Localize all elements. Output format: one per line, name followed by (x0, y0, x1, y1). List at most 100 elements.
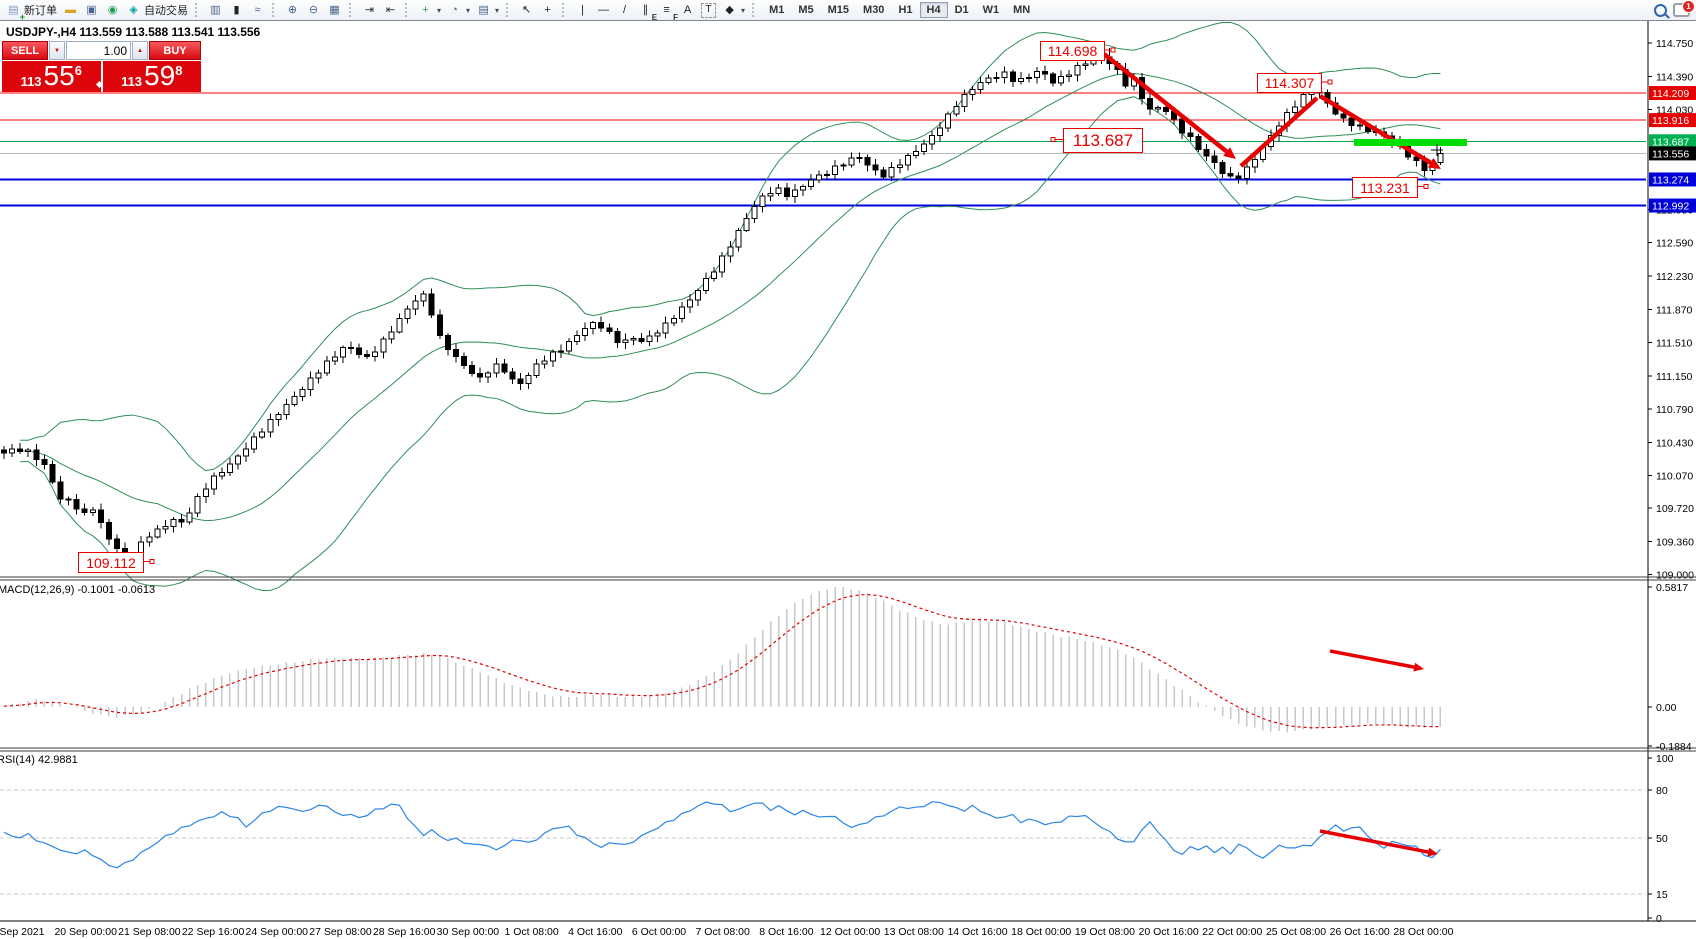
shapes-tool[interactable]: ◆▾ (719, 2, 748, 19)
equidistant-channel-tool[interactable]: ∥E (635, 2, 656, 19)
timeframe-m15[interactable]: M15 (821, 2, 856, 18)
volume-input[interactable] (66, 41, 131, 60)
price-annotation[interactable]: 114.307 (1257, 73, 1322, 93)
time-axis-label: 8 Oct 16:00 (759, 926, 813, 938)
timeframe-h4[interactable]: H4 (920, 2, 948, 18)
templates-button[interactable]: ▤▾ (473, 2, 502, 19)
signals-icon[interactable]: ◉ (102, 2, 123, 19)
time-axis-label: Sep 2021 (0, 926, 45, 938)
templates-icon: ▤ (476, 3, 491, 18)
add-indicator-button[interactable]: +▾ (415, 2, 444, 19)
timeframe-d1[interactable]: D1 (948, 2, 976, 18)
time-axis-label: 12 Oct 00:00 (820, 926, 880, 938)
sell-button[interactable]: SELL (2, 41, 48, 60)
timeframe-m5[interactable]: M5 (791, 2, 820, 18)
new-order-icon: ▤+ (6, 3, 21, 18)
price-annotation[interactable]: 109.112 (78, 552, 144, 573)
shapes-icon: ◆ (722, 3, 737, 18)
chat-icon: 1 (1673, 3, 1690, 17)
svg-text:0: 0 (1656, 913, 1662, 925)
price-annotation[interactable]: 113.687 (1063, 128, 1143, 153)
cursor-tool[interactable]: ↖ (516, 2, 537, 19)
search-button[interactable] (1651, 3, 1670, 18)
candlestick-chart-icon-icon: ▮ (229, 3, 244, 18)
chart-ohlc-header: USDJPY-,H4 113.559 113.588 113.541 113.5… (6, 25, 260, 39)
autotrading-button[interactable]: ◈自动交易 (123, 1, 191, 19)
terminal-icon-icon: ▣ (84, 3, 99, 18)
volume-increase-button[interactable]: ▲ (132, 41, 148, 60)
time-axis-label: 28 Oct 00:00 (1393, 926, 1453, 938)
fibonacci-icon: ≡F (659, 3, 674, 18)
line-chart-icon[interactable]: ≈ (247, 2, 268, 19)
vertical-line-tool[interactable]: | (572, 2, 593, 19)
zoom-in-icon-icon: ⊕ (285, 3, 300, 18)
horizontal-line-tool[interactable]: — (593, 2, 614, 19)
trendline-icon: / (617, 3, 632, 18)
down-triangle-icon: ▼ (54, 48, 60, 54)
crosshair-tool[interactable]: + (537, 2, 558, 19)
trendline-tool[interactable]: / (614, 2, 635, 19)
autotrading-icon: ◈ (126, 3, 141, 18)
svg-text:110.790: 110.790 (1656, 404, 1693, 416)
dropdown-caret-icon: ▾ (466, 6, 470, 15)
label-tool[interactable]: T (698, 2, 719, 19)
mt4-trading-platform: 114.750114.390114.030112.950112.590112.2… (0, 0, 1696, 939)
fibonacci-tool[interactable]: ≡F (656, 2, 677, 19)
toolbar: ▤+新订单▬▣◉◈自动交易▥▮≈⊕⊖▦⇥⇤+▾◔▾▤▾↖+|—/∥E≡FAT◆▾… (0, 0, 1696, 21)
time-axis-label: 14 Oct 16:00 (947, 926, 1007, 938)
gold-bars-icon-icon: ▬ (63, 3, 78, 18)
timeframe-w1[interactable]: W1 (976, 2, 1007, 18)
up-triangle-icon: ▲ (137, 48, 143, 54)
time-axis-label: 22 Oct 00:00 (1202, 926, 1262, 938)
auto-scroll-icon-icon: ⇥ (362, 3, 377, 18)
zoom-in-icon[interactable]: ⊕ (282, 2, 303, 19)
chart-shift-icon[interactable]: ⇤ (380, 2, 401, 19)
buy-price-box[interactable]: 113 59 8 (103, 61, 202, 92)
time-axis-label: 1 Oct 08:00 (504, 926, 558, 938)
svg-text:111.150: 111.150 (1656, 371, 1693, 383)
svg-text:112.590: 112.590 (1656, 238, 1693, 250)
bar-chart-icon[interactable]: ▥ (205, 2, 226, 19)
time-axis-label: 28 Sep 16:00 (373, 926, 436, 938)
volume-decrease-button[interactable]: ▼ (49, 41, 65, 60)
new-order-button[interactable]: ▤+新订单 (3, 1, 60, 19)
svg-text:80: 80 (1656, 785, 1668, 797)
sell-price-big: 55 (44, 61, 75, 91)
sell-price-box[interactable]: 113 55 6 (2, 61, 101, 92)
equidistant-channel-icon: ∥E (638, 3, 653, 18)
chart-surface[interactable]: 114.750114.390114.030112.950112.590112.2… (0, 0, 1696, 939)
zoom-out-icon[interactable]: ⊖ (303, 2, 324, 19)
dropdown-caret-icon: ▾ (741, 6, 745, 15)
auto-scroll-icon[interactable]: ⇥ (359, 2, 380, 19)
time-axis-label: 26 Oct 16:00 (1330, 926, 1390, 938)
timeframe-mn[interactable]: MN (1006, 2, 1037, 18)
terminal-icon[interactable]: ▣ (81, 2, 102, 19)
time-axis-label: 24 Sep 00:00 (246, 926, 309, 938)
sell-price-sup: 6 (75, 63, 82, 78)
svg-text:110.070: 110.070 (1656, 471, 1693, 483)
tile-windows-icon-icon: ▦ (327, 3, 342, 18)
svg-text:-0.1884: -0.1884 (1656, 741, 1692, 753)
svg-text:109.720: 109.720 (1656, 503, 1694, 515)
buy-button[interactable]: BUY (149, 41, 201, 60)
time-axis-label: 30 Sep 00:00 (437, 926, 500, 938)
price-annotation[interactable]: 113.231 (1352, 177, 1418, 198)
periods-button[interactable]: ◔▾ (444, 2, 473, 19)
notifications-button[interactable]: 1 (1670, 2, 1693, 18)
timeframe-h1[interactable]: H1 (891, 2, 919, 18)
timeframe-m1[interactable]: M1 (762, 2, 791, 18)
price-annotation[interactable]: 114.698 (1040, 41, 1105, 61)
rsi-label: RSI(14) 42.9881 (0, 754, 78, 766)
svg-text:114.390: 114.390 (1656, 71, 1693, 83)
svg-text:113.274: 113.274 (1652, 174, 1689, 186)
timeframe-m30[interactable]: M30 (856, 2, 891, 18)
gold-bars-icon[interactable]: ▬ (60, 2, 81, 19)
time-axis-label: 20 Sep 00:00 (54, 926, 117, 938)
candlestick-chart-icon[interactable]: ▮ (226, 2, 247, 19)
text-tool[interactable]: A (677, 2, 698, 19)
svg-text:113.556: 113.556 (1652, 148, 1689, 160)
svg-text:114.750: 114.750 (1656, 38, 1693, 50)
tile-windows-icon[interactable]: ▦ (324, 2, 345, 19)
line-chart-icon-icon: ≈ (250, 3, 265, 18)
svg-text:0.5817: 0.5817 (1656, 582, 1688, 594)
